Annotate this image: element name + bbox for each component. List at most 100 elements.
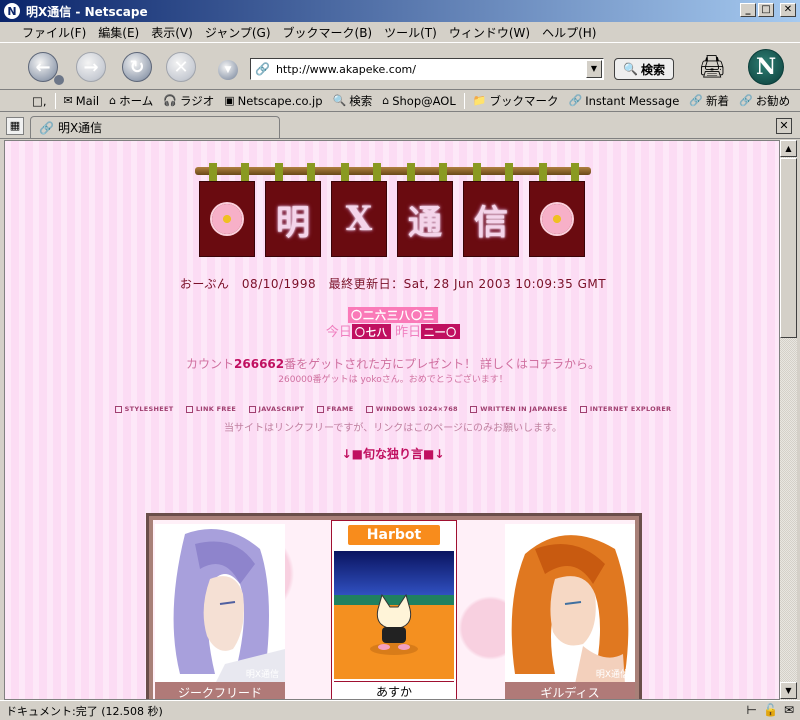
harbot-scene [334,551,454,679]
link-icon: 🔗 [568,94,583,107]
personal-item-shop[interactable]: ⌂ Shop@AOL [380,94,458,108]
link-icon: 🔗 [738,94,753,107]
personal-item-label: Shop@AOL [392,93,456,108]
personal-item-label: ブックマーク [489,93,559,108]
page-content: 明 X 通 信 おーぷん 08/10/1998 最終更新日：Sat, 28 Ju… [4,140,780,700]
personal-item-new[interactable]: 🔗 新着 [687,93,731,109]
shop-icon: ⌂ [382,94,390,107]
menu-help[interactable]: ヘルプ(H) [536,24,602,41]
headphones-icon: 🎧 [163,94,177,107]
url-bar[interactable]: 🔗 http://www.akapeke.com/ ▼ [250,58,604,80]
menu-window[interactable]: ウィンドウ(W) [443,24,536,41]
env-badge: FRAME [316,405,354,413]
link-free-notice: 当サイトはリンクフリーですが、リンクはこのページにのみお願いします。 [224,423,562,434]
personal-item-mail[interactable]: ✉ Mail [62,94,102,108]
minimize-button[interactable]: _ [740,3,756,17]
kiriban-pre: カウント [186,357,235,371]
harbot-logo: Harbot [348,525,440,545]
stop-button[interactable]: ✕ [166,52,196,82]
menu-bookmarks[interactable]: ブックマーク(B) [277,24,379,41]
navigation-toolbar: ← → ↻ ✕ ▼ 🔗 http://www.akapeke.com/ ▼ 🔍 … [0,42,800,90]
character-art-gildis: 明X通信 [505,524,635,684]
noren-char-2: X [331,181,387,257]
yesterday-count: 二一〇 [421,324,461,339]
character-card-siegfried[interactable]: 明X通信 ジークフリード [155,524,285,699]
home-icon: ⌂ [109,94,117,107]
env-badge: WRITTEN IN JAPANESE [470,405,567,413]
search-button[interactable]: 🔍 検索 [614,58,674,80]
menu-bar: ファイル(F) 編集(E) 表示(V) ジャンプ(G) ブックマーク(B) ツー… [0,22,800,42]
art-watermark: 明X通信 [595,670,629,680]
reload-icon: ↻ [129,56,145,78]
page-link-icon: 🔗 [255,62,270,76]
menu-view[interactable]: 表示(V) [145,24,199,41]
go-dropdown-button[interactable]: ▼ [218,60,238,80]
personal-item-netscape[interactable]: ▣ Netscape.co.jp [222,94,324,108]
noren-char-1: 明 [265,181,321,257]
menu-file[interactable]: ファイル(F) [16,24,92,41]
tab-current[interactable]: 🔗 明X通信 [30,116,280,138]
yesterday-label: 昨日 [395,325,422,340]
personal-item-search[interactable]: 🔍 検索 [331,93,375,109]
personal-item-home[interactable]: ⌂ ホーム [107,93,155,109]
search-icon: 🔍 [332,94,347,107]
harbot-name: あすか [334,681,454,699]
personal-item-im[interactable]: 🔗 Instant Message [566,94,681,108]
netscape-app-icon: N [4,3,20,19]
my-icon: ▣ [224,94,235,107]
personal-item-recommend[interactable]: 🔗 お勧め [737,93,792,109]
close-window-button[interactable]: ✕ [780,3,796,17]
menu-go[interactable]: ジャンプ(G) [199,24,277,41]
personal-item-label: 新着 [705,93,729,108]
personal-item-label: Netscape.co.jp [237,93,323,108]
tab-label: 明X通信 [57,121,103,135]
vertical-scrollbar[interactable]: ▲ ▼ [780,140,797,700]
today-label: 今日 [325,325,352,340]
url-history-dropdown[interactable]: ▼ [586,60,602,78]
kiriban-notice[interactable]: カウント266662番をゲットされた方にプレゼント！ 詳しくはコチラから。 [5,355,779,372]
close-tab-button[interactable]: ✕ [776,118,792,134]
env-badge: LINK FREE [185,405,236,413]
character-art-siegfried: 明X通信 [155,524,285,684]
env-badge: JAVASCRIPT [248,405,305,413]
magnifier-icon: 🔍 [623,62,638,76]
monologue-link[interactable]: ↓■旬な独り言■↓ [5,445,779,462]
home-tab-icon[interactable]: □, [30,94,49,108]
reload-button[interactable]: ↻ [122,52,152,82]
personal-item-label: Mail [75,93,100,108]
env-badge: INTERNET EXPLORER [579,405,672,413]
personal-item-label: 検索 [349,93,373,108]
personal-toolbar: □, ✉ Mail ⌂ ホーム 🎧 ラジオ ▣ Netscape.co.jp 🔍 検索 ⌂… [0,90,800,112]
stop-x-icon: ✕ [173,56,189,78]
search-button-label: 検索 [640,62,665,77]
noren-flower-left [199,181,255,257]
forward-arrow-icon: → [83,56,99,78]
new-tab-button[interactable]: ▦ [6,117,24,135]
link-icon: 🔗 [689,94,703,107]
print-icon[interactable]: 🖨 [698,55,726,80]
harbot-widget[interactable]: Harbot あすか [331,520,457,699]
netscape-logo[interactable]: N [748,49,784,85]
kiriban-winner: 260000番ゲットは yokoさん。おめでとうございます！ [278,375,508,385]
status-text: ドキュメント:完了 (12.508 秒) [6,704,163,718]
personal-item-bookmarks[interactable]: 📁 ブックマーク [471,93,561,109]
menu-tools[interactable]: ツール(T) [378,24,443,41]
url-text[interactable]: http://www.akapeke.com/ [276,63,416,76]
personal-item-radio[interactable]: 🎧 ラジオ [161,93,216,109]
scroll-down-button[interactable]: ▼ [780,682,797,699]
scroll-thumb[interactable] [780,158,797,338]
character-card-gildis[interactable]: 明X通信 ギルディス [505,524,635,699]
flower-icon [212,204,242,234]
mail-status-icon[interactable]: ✉ [784,703,794,717]
open-and-updated-line: おーぷん 08/10/1998 最終更新日：Sat, 28 Jun 2003 1… [179,277,607,291]
menu-edit[interactable]: 編集(E) [92,24,145,41]
kiriban-post: 番をゲットされた方にプレゼント！ 詳しくはコチラから。 [284,357,600,371]
status-bar: ドキュメント:完了 (12.508 秒) ⊢ 🔓 ✉ [0,700,800,720]
scroll-up-button[interactable]: ▲ [780,140,797,157]
noren-char-4: 信 [463,181,519,257]
noren-ties [201,163,585,183]
back-history-dropdown[interactable] [54,75,64,85]
maximize-button[interactable]: □ [758,3,774,17]
forward-button[interactable]: → [76,52,106,82]
security-lock-icon[interactable]: 🔓 [763,703,778,717]
